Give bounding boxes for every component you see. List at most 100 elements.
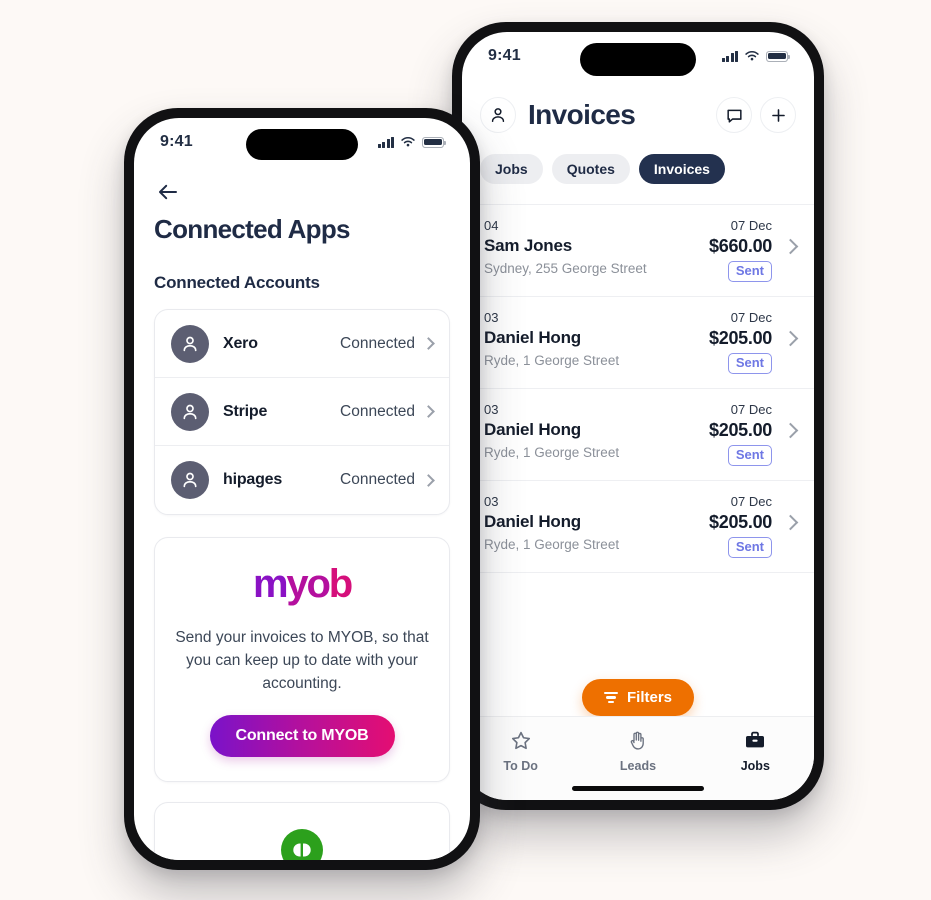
list-item[interactable]: Xero Connected [155, 310, 449, 378]
hand-icon [630, 731, 644, 750]
battery-icon [422, 136, 446, 148]
myob-promo-card: myob Send your invoices to MYOB, so that… [154, 537, 450, 782]
chevron-right-icon [782, 330, 799, 347]
invoice-amount: $205.00 [709, 512, 772, 532]
phone-connected-apps: 9:41 Connected Apps Connected Accounts X… [124, 108, 480, 870]
invoice-date: 07 Dec [730, 402, 772, 417]
chevron-right-icon [782, 514, 799, 531]
dynamic-island [580, 43, 696, 76]
account-status: Connected [340, 402, 415, 420]
myob-logo: myob [175, 564, 429, 604]
invoice-address: Sydney, 255 George Street [484, 261, 647, 276]
qb-glyph-icon [293, 841, 311, 859]
status-indicators [377, 136, 446, 148]
invoice-main: 03 Daniel Hong Ryde, 1 George Street [484, 493, 709, 572]
chevron-right-icon [422, 473, 435, 487]
tabbar-item-jobs[interactable]: Jobs [697, 717, 814, 800]
invoice-main: 03 Daniel Hong Ryde, 1 George Street [484, 309, 709, 388]
messages-button[interactable] [716, 97, 752, 133]
connected-apps-screen: 9:41 Connected Apps Connected Accounts X… [134, 118, 470, 860]
status-badge: Sent [727, 261, 772, 282]
quickbooks-qb-icon [281, 829, 323, 860]
connected-accounts-card: Xero Connected Stripe Connected hipages … [154, 309, 450, 515]
wifi-icon [401, 136, 415, 147]
invoice-number: 04 [484, 218, 499, 233]
invoices-screen: 9:41 Invoices Jobs Quotes Invoices 04 Sa… [462, 32, 814, 800]
battery-icon [766, 50, 790, 62]
invoice-number: 03 [484, 402, 499, 417]
list-item[interactable]: hipages Connected [155, 446, 449, 514]
plus-icon [771, 108, 785, 122]
message-icon [726, 109, 742, 123]
tab-quotes[interactable]: Quotes [551, 154, 630, 184]
invoice-date: 07 Dec [730, 494, 772, 509]
person-icon [183, 472, 197, 488]
dynamic-island [246, 129, 358, 160]
invoice-client: Daniel Hong [484, 420, 581, 439]
filters-button[interactable]: Filters [581, 679, 694, 716]
section-heading: Connected Accounts [154, 273, 320, 292]
invoice-client: Daniel Hong [484, 328, 581, 347]
table-row[interactable]: 04 Sam Jones Sydney, 255 George Street 0… [462, 205, 814, 297]
status-time: 9:41 [488, 47, 521, 64]
person-avatar-icon [171, 392, 209, 431]
list-item[interactable]: Stripe Connected [155, 378, 449, 446]
filters-bar: Filters [462, 679, 814, 716]
account-status: Connected [340, 471, 415, 488]
chevron-right-icon [782, 422, 799, 439]
invoice-main: 03 Daniel Hong Ryde, 1 George Street [484, 401, 709, 480]
person-avatar-icon [171, 461, 209, 499]
invoice-client: Daniel Hong [484, 512, 581, 531]
page-title: Invoices [528, 99, 636, 130]
person-icon [183, 404, 197, 419]
invoice-address: Ryde, 1 George Street [484, 537, 620, 552]
invoice-number: 03 [484, 494, 499, 509]
invoice-number: 03 [484, 310, 499, 325]
chevron-right-icon [782, 238, 799, 255]
home-indicator [572, 786, 704, 791]
quickbooks-promo-card: intuit quickbooks [154, 802, 450, 860]
myob-logo-part-2: yo [286, 562, 330, 606]
status-badge: Sent [727, 445, 772, 466]
back-button[interactable] [154, 178, 182, 206]
invoices-header: Invoices [462, 84, 814, 146]
star-icon [511, 731, 530, 750]
table-row[interactable]: 03 Daniel Hong Ryde, 1 George Street 07 … [462, 389, 814, 481]
add-invoice-button[interactable] [760, 97, 796, 133]
invoice-meta: 07 Dec $660.00 Sent [709, 217, 799, 296]
tabbar-label: To Do [503, 759, 538, 773]
invoice-amount: $660.00 [709, 236, 772, 256]
myob-logo-part-1: m [253, 562, 289, 606]
chevron-right-icon [422, 337, 435, 350]
status-indicators [721, 50, 790, 62]
wifi-icon [745, 50, 759, 61]
toolbox-icon [746, 731, 765, 748]
signal-bars-icon [377, 136, 394, 148]
connect-to-myob-button[interactable]: Connect to MYOB [209, 715, 395, 757]
segment-tabs: Jobs Quotes Invoices [462, 154, 814, 184]
status-badge: Sent [727, 353, 772, 374]
invoice-meta: 07 Dec $205.00 Sent [709, 401, 799, 480]
account-name: Stripe [223, 402, 268, 420]
tab-jobs[interactable]: Jobs [480, 154, 543, 184]
table-row[interactable]: 03 Daniel Hong Ryde, 1 George Street 07 … [462, 481, 814, 573]
connected-apps-body: Connected Apps Connected Accounts Xero C… [134, 166, 470, 860]
tab-invoices[interactable]: Invoices [638, 154, 725, 184]
table-row[interactable]: 03 Daniel Hong Ryde, 1 George Street 07 … [462, 297, 814, 389]
status-time: 9:41 [160, 133, 193, 150]
invoice-date: 07 Dec [730, 218, 772, 233]
back-arrow-icon [159, 184, 177, 200]
phone-invoices: 9:41 Invoices Jobs Quotes Invoices 04 Sa… [452, 22, 824, 810]
myob-logo-part-3: b [328, 562, 353, 606]
invoice-client: Sam Jones [484, 236, 572, 255]
invoice-meta: 07 Dec $205.00 Sent [709, 309, 799, 388]
screenshot-stage: 9:41 Invoices Jobs Quotes Invoices 04 Sa… [0, 0, 931, 900]
tabbar-label: Jobs [740, 759, 770, 773]
account-name: Xero [223, 334, 258, 352]
myob-description: Send your invoices to MYOB, so that you … [175, 629, 429, 692]
signal-bars-icon [721, 50, 738, 62]
invoice-list[interactable]: 04 Sam Jones Sydney, 255 George Street 0… [462, 204, 814, 668]
invoice-meta: 07 Dec $205.00 Sent [709, 493, 799, 572]
profile-button[interactable] [480, 97, 516, 133]
person-icon [491, 108, 505, 122]
